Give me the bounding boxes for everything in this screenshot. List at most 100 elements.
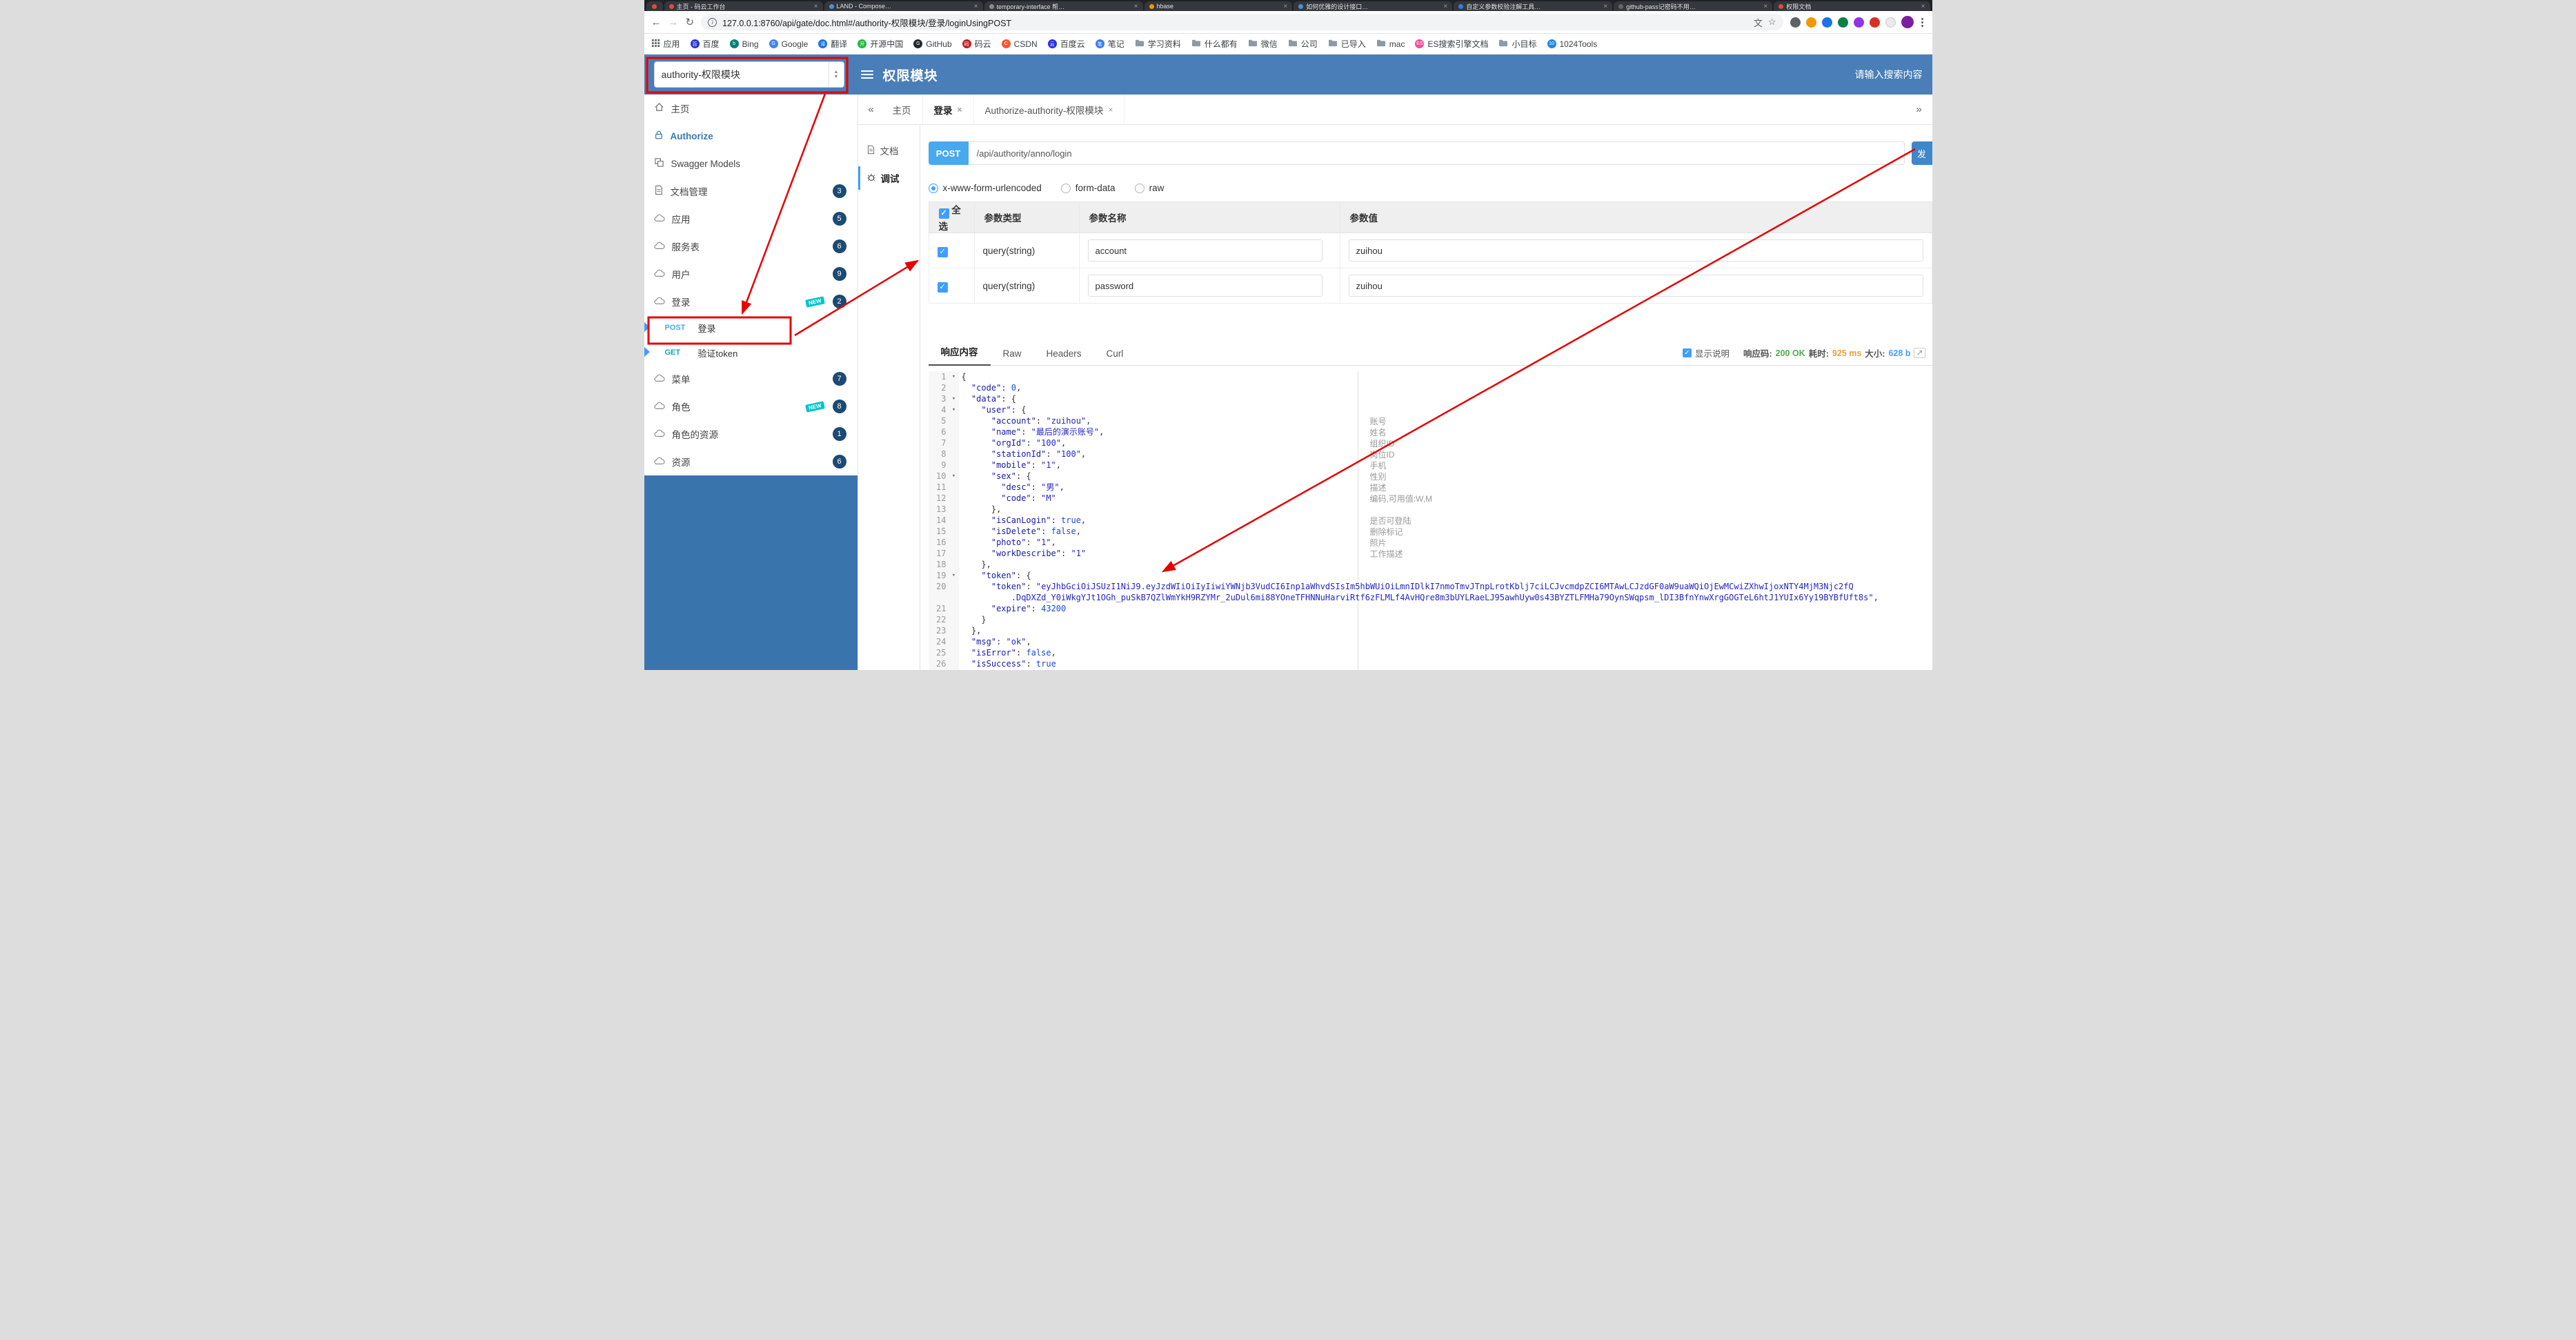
sidebar-item-登录[interactable]: 登录 NEW 2 xyxy=(644,288,858,315)
tabs-scroll-left-icon[interactable]: « xyxy=(861,104,882,115)
request-url-input[interactable] xyxy=(968,141,1905,165)
browser-tab[interactable]: 权限文档 × xyxy=(1774,1,1930,11)
send-button[interactable]: 发 xyxy=(1911,141,1932,165)
bookmark-item[interactable]: G Google xyxy=(769,39,808,49)
extension-icon[interactable] xyxy=(1837,17,1848,28)
url-bar[interactable]: i 127.0.0.1:8760/api/gate/doc.html#/auth… xyxy=(701,14,1783,30)
extension-icon[interactable] xyxy=(1885,17,1896,28)
doc-tab-主页[interactable]: 主页 xyxy=(882,95,923,124)
browser-menu-icon[interactable] xyxy=(1919,17,1925,27)
tab-headers[interactable]: Headers xyxy=(1034,348,1094,365)
translate-icon[interactable]: 文 xyxy=(1754,16,1763,29)
sidebar-item-文档管理[interactable]: 文档管理 3 xyxy=(644,177,858,205)
bookmark-item[interactable]: G GitHub xyxy=(913,39,952,49)
browser-tab[interactable]: 主页 - 码云工作台 × xyxy=(664,1,823,11)
radio-icon[interactable] xyxy=(1060,183,1071,193)
bookmark-item[interactable]: 什么都有 xyxy=(1191,38,1238,50)
bookmark-item[interactable]: 译翻译 xyxy=(818,38,847,50)
bookmark-item[interactable]: ES ES搜索引擎文档 xyxy=(1415,38,1488,50)
hamburger-icon[interactable] xyxy=(860,70,873,79)
page-info-icon[interactable]: i xyxy=(708,17,717,27)
browser-tab[interactable]: LAND - Compose… × xyxy=(824,1,983,11)
param-checkbox[interactable]: ✓ xyxy=(937,282,948,293)
bookmark-item[interactable]: 公司 xyxy=(1288,38,1318,50)
sidebar-item-角色的资源[interactable]: 角色的资源 1 xyxy=(644,420,858,448)
bookmark-item[interactable]: 小目标 xyxy=(1498,38,1537,50)
extension-icon[interactable] xyxy=(1790,17,1801,28)
fold-icon[interactable]: ▾ xyxy=(949,371,959,382)
tab-close-icon[interactable]: × xyxy=(1134,3,1138,10)
doc-tab-Authorize-authority-权限模块[interactable]: Authorize-authority-权限模块 × xyxy=(974,95,1125,124)
fold-icon[interactable]: ▾ xyxy=(949,393,959,404)
body-type-option[interactable]: raw xyxy=(1134,183,1164,193)
bookmark-item[interactable]: 已导入 xyxy=(1328,38,1366,50)
sidebar-item-角色[interactable]: 角色 NEW 8 xyxy=(644,393,858,420)
header-search-input[interactable]: 请输入搜索内容 xyxy=(1855,68,1923,81)
mini-tab-文档[interactable]: 文档 xyxy=(858,139,920,162)
extension-icon[interactable] xyxy=(1805,17,1816,28)
profile-avatar[interactable] xyxy=(1901,16,1914,28)
bookmark-item[interactable]: 学习资料 xyxy=(1135,38,1181,50)
url-text[interactable]: 127.0.0.1:8760/api/gate/doc.html#/author… xyxy=(722,16,1748,29)
radio-icon[interactable] xyxy=(1134,183,1145,193)
param-checkbox[interactable]: ✓ xyxy=(937,247,948,257)
sidebar-item-用户[interactable]: 用户 9 xyxy=(644,260,858,288)
bookmark-item[interactable]: 开开源中国 xyxy=(858,38,903,50)
tab-response-content[interactable]: 响应内容 xyxy=(928,344,991,366)
doc-tab-close-icon[interactable]: × xyxy=(958,105,962,115)
browser-tab[interactable]: temporary-interface 帮… × xyxy=(984,1,1143,11)
sidebar-subitem-登录[interactable]: POST 登录 xyxy=(644,315,858,340)
extension-icon[interactable] xyxy=(1821,17,1832,28)
tab-raw[interactable]: Raw xyxy=(991,348,1034,365)
bookmark-item[interactable]: 微信 xyxy=(1248,38,1278,50)
sidebar-item-服务表[interactable]: 服务表 6 xyxy=(644,233,858,260)
bookmark-item[interactable]: b Bing xyxy=(729,39,759,49)
expand-icon[interactable]: ↗ xyxy=(1914,348,1925,358)
doc-tab-close-icon[interactable]: × xyxy=(1108,105,1113,115)
reload-icon[interactable]: ↻ xyxy=(686,17,695,28)
fold-icon[interactable]: ▾ xyxy=(949,570,959,581)
sidebar-item-资源[interactable]: 资源 6 xyxy=(644,448,858,475)
extension-icon[interactable] xyxy=(1853,17,1864,28)
select-all-checkbox[interactable]: ✓ xyxy=(938,208,949,219)
tab-close-icon[interactable]: × xyxy=(1603,3,1607,10)
browser-tab[interactable] xyxy=(646,1,663,11)
tab-close-icon[interactable]: × xyxy=(1443,3,1447,10)
mini-tab-调试[interactable]: 调试 xyxy=(858,166,920,190)
sidebar-item-Swagger Models[interactable]: Swagger Models xyxy=(644,150,858,177)
browser-tab[interactable]: github-pass记密码不用… × xyxy=(1614,1,1773,11)
select-spinner-icon[interactable]: ▲ ▼ xyxy=(828,62,844,87)
radio-icon[interactable] xyxy=(928,183,938,193)
bookmark-item[interactable]: C CSDN xyxy=(1001,39,1038,49)
extension-icon[interactable] xyxy=(1869,17,1880,28)
tab-curl[interactable]: Curl xyxy=(1094,348,1136,365)
sidebar-item-菜单[interactable]: 菜单 7 xyxy=(644,365,858,393)
sidebar-subitem-验证token[interactable]: GET 验证token xyxy=(644,340,858,365)
bookmark-item[interactable]: 10 1024Tools xyxy=(1547,39,1597,49)
tab-close-icon[interactable]: × xyxy=(974,3,978,10)
browser-tab[interactable]: 如何优雅的设计接口… × xyxy=(1294,1,1453,11)
back-icon[interactable]: ← xyxy=(651,17,662,28)
fold-icon[interactable]: ▾ xyxy=(949,404,959,415)
forward-icon[interactable]: → xyxy=(668,17,679,28)
bookmark-item[interactable]: mac xyxy=(1376,39,1405,49)
browser-tab[interactable]: 自定义参数校验注解工具… × xyxy=(1454,1,1613,11)
tab-close-icon[interactable]: × xyxy=(1921,3,1925,10)
tabs-scroll-right-icon[interactable]: » xyxy=(1909,104,1930,115)
bookmark-item[interactable]: 云百度云 xyxy=(1047,38,1085,50)
body-type-option[interactable]: x-www-form-urlencoded xyxy=(928,183,1042,193)
sidebar-item-应用[interactable]: 应用 5 xyxy=(644,205,858,233)
bookmark-item[interactable]: 码码云 xyxy=(962,38,991,50)
sidebar-item-Authorize[interactable]: Authorize xyxy=(644,122,858,150)
fold-icon[interactable]: ▾ xyxy=(949,471,959,482)
response-json-viewer[interactable]: 1 ▾{2 "code": 0, 3 ▾ "data": {4 ▾ "user": {5… xyxy=(928,371,1932,670)
bookmark-item[interactable]: 笔笔记 xyxy=(1095,38,1124,50)
param-value-input[interactable] xyxy=(1348,275,1923,297)
bookmark-item[interactable]: 应用 xyxy=(651,38,680,50)
sidebar-item-主页[interactable]: 主页 xyxy=(644,95,858,122)
param-value-input[interactable] xyxy=(1348,239,1923,262)
tab-close-icon[interactable]: × xyxy=(1283,3,1287,10)
bookmark-item[interactable]: 百百度 xyxy=(690,38,720,50)
body-type-option[interactable]: form-data xyxy=(1060,183,1116,193)
module-select[interactable]: authority-权限模块 ▲ ▼ xyxy=(653,61,844,88)
